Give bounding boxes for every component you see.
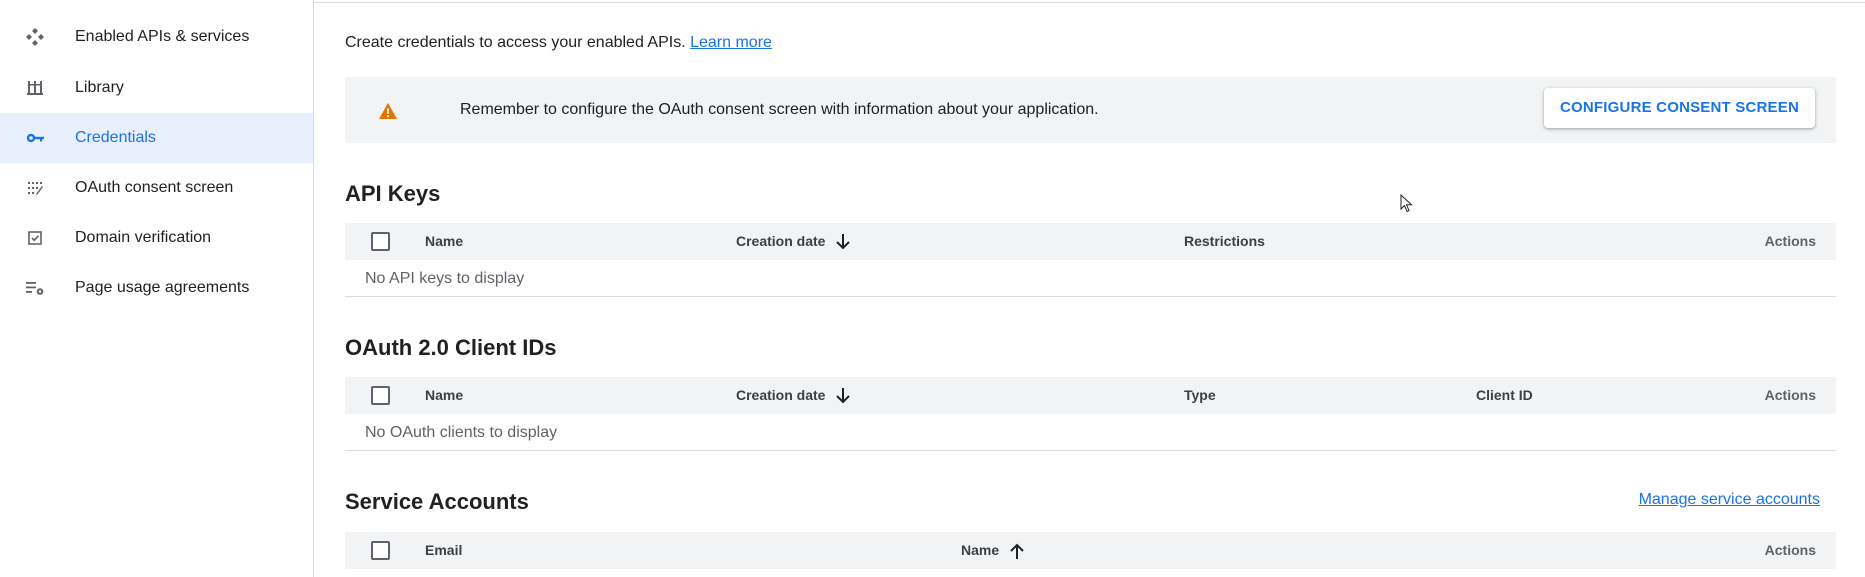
column-label: Name xyxy=(961,542,1000,558)
warning-icon xyxy=(379,103,397,119)
intro-text: Create credentials to access your enable… xyxy=(345,34,772,52)
column-actions: Actions xyxy=(1764,233,1816,249)
column-actions: Actions xyxy=(1764,387,1816,403)
column-name[interactable]: Name xyxy=(961,532,1025,569)
credentials-page: Create credentials to access your enable… xyxy=(314,0,1865,577)
sidebar-item-credentials[interactable]: Credentials xyxy=(0,113,313,163)
configure-consent-screen-button[interactable]: CONFIGURE CONSENT SCREEN xyxy=(1544,88,1815,128)
service-accounts-table-header: Email Name Actions xyxy=(345,532,1836,569)
intro-description: Create credentials to access your enable… xyxy=(345,34,686,51)
column-client-id[interactable]: Client ID xyxy=(1476,377,1533,414)
column-restrictions: Restrictions xyxy=(1184,233,1265,249)
sidebar-item-label: OAuth consent screen xyxy=(75,179,234,196)
oauth-clients-title: OAuth 2.0 Client IDs xyxy=(345,335,557,360)
api-keys-title: API Keys xyxy=(345,181,441,206)
banner-message: Remember to configure the OAuth consent … xyxy=(460,101,1099,118)
sidebar-item-label: Library xyxy=(75,79,124,96)
sidebar-item-domain-verification[interactable]: Domain verification xyxy=(0,213,313,263)
arrow-up-icon xyxy=(1010,543,1024,559)
column-type[interactable]: Type xyxy=(1184,377,1216,414)
service-accounts-title: Service Accounts xyxy=(345,489,529,514)
consent-warning-banner: Remember to configure the OAuth consent … xyxy=(345,77,1836,143)
arrow-down-icon xyxy=(836,387,851,403)
manage-service-accounts-link[interactable]: Manage service accounts xyxy=(1639,491,1820,509)
select-all-checkbox[interactable] xyxy=(371,541,390,560)
column-email[interactable]: Email xyxy=(425,532,462,569)
empty-message: No OAuth clients to display xyxy=(365,424,558,441)
column-name[interactable]: Name xyxy=(425,377,463,414)
empty-message: No API keys to display xyxy=(365,270,525,287)
mouse-pointer-icon xyxy=(1400,194,1413,213)
sidebar-item-label: Enabled APIs & services xyxy=(75,28,250,45)
column-label: Creation date xyxy=(736,387,826,403)
column-name[interactable]: Name xyxy=(425,223,463,260)
sidebar-item-page-usage[interactable]: Page usage agreements xyxy=(0,263,313,313)
column-label: Creation date xyxy=(736,233,826,249)
sidebar-item-oauth-consent[interactable]: OAuth consent screen xyxy=(0,163,313,213)
key-icon xyxy=(25,128,45,148)
sidebar-item-label: Credentials xyxy=(75,129,156,146)
sidebar-item-label: Domain verification xyxy=(75,229,212,246)
sidebar-item-library[interactable]: Library xyxy=(0,63,313,113)
column-creation-date[interactable]: Creation date xyxy=(736,223,851,260)
library-icon xyxy=(25,78,45,98)
sidebar: Enabled APIs & services Library Credenti… xyxy=(0,0,314,577)
learn-more-link[interactable]: Learn more xyxy=(690,34,772,51)
oauth-clients-table-header: Name Creation date Type Client ID Action… xyxy=(345,377,1836,414)
api-keys-empty-row: No API keys to display xyxy=(345,260,1836,297)
oauth-clients-empty-row: No OAuth clients to display xyxy=(345,414,1836,451)
column-actions: Actions xyxy=(1764,542,1816,558)
sidebar-item-label: Page usage agreements xyxy=(75,279,250,296)
arrow-down-icon xyxy=(836,233,851,249)
select-all-checkbox[interactable] xyxy=(371,232,390,251)
api-keys-table-header: Name Creation date Restrictions Actions xyxy=(345,223,1836,260)
checkbox-icon xyxy=(25,228,45,248)
sidebar-item-enabled-apis[interactable]: Enabled APIs & services xyxy=(0,12,313,62)
consent-grid-icon xyxy=(25,178,45,198)
column-creation-date[interactable]: Creation date xyxy=(736,377,851,414)
select-all-checkbox[interactable] xyxy=(371,386,390,405)
api-diamond-icon xyxy=(25,27,45,47)
settings-list-icon xyxy=(25,278,45,298)
